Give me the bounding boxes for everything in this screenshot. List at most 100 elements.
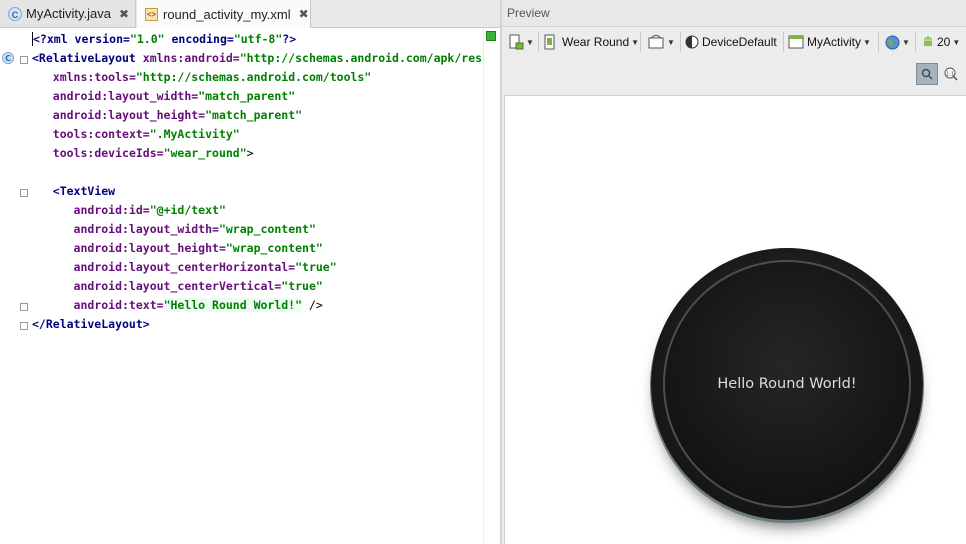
fold-icon[interactable] [20,189,28,197]
code-token: ".MyActivity" [149,127,240,141]
hello-textview[interactable]: Hello Round World! [651,248,923,520]
fold-icon[interactable] [20,303,28,311]
code-line: android:id="@+id/text" [32,201,482,220]
orientation-dropdown[interactable]: ▼ [647,32,675,52]
actual-size-button[interactable]: 1:1 [940,63,962,85]
code-token: "wrap_content" [225,241,323,255]
code-token: "1.0" [129,32,165,46]
code-token: android:layout_width= [52,89,199,103]
code-token: /> [302,298,323,312]
code-line: <?xml version="1.0" encoding="utf-8"?> [32,30,482,49]
code-token: android:layout_width= [73,222,219,236]
code-token: > [246,146,254,160]
code-token: "match_parent" [205,108,303,122]
code-line: tools:deviceIds="wear_round"> [32,144,482,163]
chevron-down-icon: ▼ [863,37,871,47]
device-icon [544,34,555,50]
actual-size-icon: 1:1 [944,67,958,81]
preview-title: Preview [507,6,550,20]
code-token: "wrap_content" [218,222,316,236]
close-icon[interactable]: ✖ [299,7,309,21]
editor-panel: C MyActivity.java ✖ <> round_activity_my… [0,0,501,544]
editor-tabbar: C MyActivity.java ✖ <> round_activity_my… [0,0,500,28]
theme-button[interactable]: DeviceDefault [685,32,777,52]
code-token: android:layout_height= [73,241,226,255]
code-token: tools:context= [52,127,150,141]
code-line: tools:context=".MyActivity" [32,125,482,144]
tab-round-activity-xml[interactable]: <> round_activity_my.xml ✖ [137,0,311,28]
chevron-down-icon: ▼ [952,37,961,47]
wear-round-device-frame: Hello Round World! [651,248,923,520]
code-token: <RelativeLayout [32,51,143,65]
code-editor[interactable]: <?xml version="1.0" encoding="utf-8"?> <… [32,30,482,334]
code-token: android:layout_centerHorizontal= [73,260,296,274]
code-token: <TextView [52,184,116,198]
error-stripe [483,28,501,544]
configuration-icon [509,34,524,50]
no-errors-icon[interactable] [486,31,496,41]
code-line: <RelativeLayout xmlns:android="http://sc… [32,49,482,68]
code-token: "true" [295,260,337,274]
xml-file-icon: <> [145,7,158,21]
android-icon [924,36,932,46]
api-level-dropdown[interactable]: 20 ▼ [921,32,960,52]
preview-toolbar: ▼ Wear Round ▼ ▼ DeviceDefault MyActivity… [502,27,966,57]
code-token: "wear_round" [163,146,247,160]
code-line: <TextView [32,182,482,201]
code-token: "true" [281,279,323,293]
magnifier-icon [921,68,933,80]
toolbar-separator [680,32,681,52]
chevron-down-icon: ▼ [902,37,910,47]
theme-label: DeviceDefault [702,35,777,49]
tab-myactivity-java[interactable]: C MyActivity.java ✖ [0,0,136,27]
code-line: android:layout_height="match_parent" [32,106,482,125]
code-line: android:layout_width="match_parent" [32,87,482,106]
code-token: "http://schemas.android.com/apk/res [239,51,483,65]
theme-icon [685,35,699,49]
code-token: ?> [282,32,297,46]
code-line: android:layout_width="wrap_content" [32,220,482,239]
code-token: xmlns:tools= [52,70,136,84]
chevron-down-icon: ▼ [526,37,534,47]
svg-text:1:1: 1:1 [946,72,954,78]
code-line: android:text="Hello Round World!" /> [32,296,482,315]
code-line: android:layout_centerVertical="true" [32,277,482,296]
class-c-icon[interactable]: C [2,52,14,64]
code-token: xmlns:android= [142,51,240,65]
class-c-icon: C [8,6,22,21]
toolbar-separator [783,32,784,52]
device-dropdown[interactable]: Wear Round ▼ [543,32,639,52]
code-token: "http://schemas.android.com/tools" [135,70,372,84]
globe-icon [885,35,900,49]
locale-dropdown[interactable]: ▼ [885,32,910,52]
chevron-down-icon: ▼ [667,37,675,47]
chevron-down-icon: ▼ [631,37,640,47]
toolbar-separator [538,32,539,52]
toolbar-separator [878,32,879,52]
code-line: android:layout_centerHorizontal="true" [32,258,482,277]
toolbar-separator [915,32,916,52]
code-token: android:id= [73,203,150,217]
configuration-button[interactable]: ▼ [508,32,534,52]
editor-gutter: C [0,28,30,544]
activity-label: MyActivity [807,35,861,49]
code-token: "match_parent" [198,89,296,103]
code-token: android:text= [73,298,164,312]
preview-header: Preview [502,0,966,27]
code-token: "utf-8" [233,32,283,46]
close-icon[interactable]: ✖ [119,7,129,21]
activity-dropdown[interactable]: MyActivity ▼ [788,32,871,52]
fold-icon[interactable] [20,322,28,330]
code-token: encoding= [164,32,234,46]
activity-icon [788,35,804,49]
toolbar-separator [640,32,641,52]
code-token: android:layout_height= [52,108,206,122]
zoom-to-fit-button[interactable] [916,63,938,85]
fold-icon[interactable] [20,56,28,64]
preview-canvas: Hello Round World! [504,95,966,544]
code-token: tools:deviceIds= [52,146,164,160]
code-token: "Hello Round World!" [163,298,303,312]
preview-panel: Preview ▼ Wear Round ▼ ▼ DeviceDefault My… [502,0,966,544]
orientation-icon [648,35,664,49]
